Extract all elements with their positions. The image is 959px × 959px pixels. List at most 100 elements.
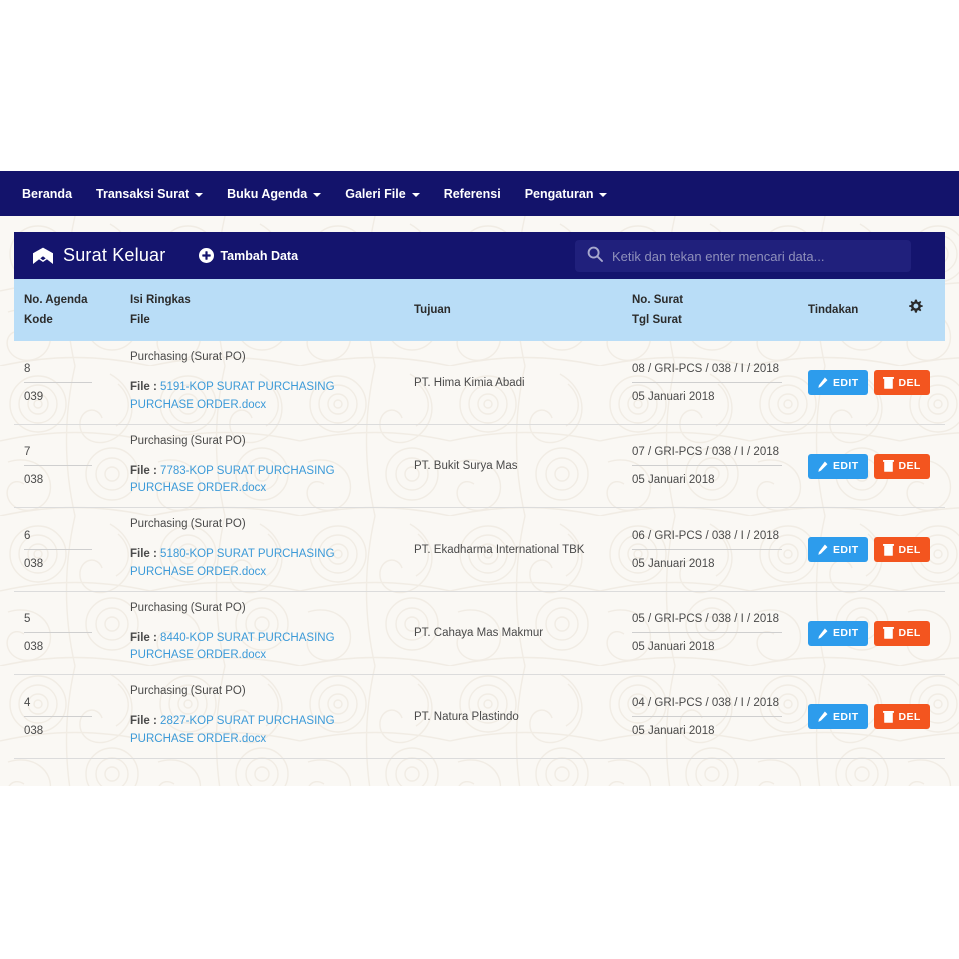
cell-isi-ringkas: Purchasing (Surat PO) File : 2827-KOP SUR… — [120, 674, 404, 759]
gear-icon[interactable] — [908, 299, 923, 317]
page-title: Surat Keluar — [63, 245, 166, 265]
row-tgl-surat: 05 Januari 2018 — [632, 557, 715, 570]
nav-item-label: Referensi — [443, 186, 501, 201]
edit-button-label: EDIT — [833, 627, 859, 639]
surat-keluar-table: No. Agenda Kode Isi Ringkas File Tujuan … — [14, 279, 945, 759]
delete-button-label: DEL — [898, 627, 921, 639]
column-header-no-surat[interactable]: No. Surat Tgl Surat — [622, 279, 798, 342]
header-surat-line2: Tgl Surat — [632, 314, 682, 327]
row-isi-ringkas: Purchasing (Surat PO) — [130, 518, 246, 531]
row-tujuan: PT. Bukit Surya Mas — [414, 460, 518, 472]
file-label: File : — [130, 631, 157, 644]
row-kode: 038 — [24, 641, 44, 653]
row-no-surat: 07 / GRI-PCS / 038 / I / 2018 — [632, 446, 782, 466]
file-label: File : — [130, 548, 157, 561]
nav-pengaturan[interactable]: Pengaturan — [513, 181, 620, 207]
column-header-agenda[interactable]: No. Agenda Kode — [14, 279, 120, 342]
column-header-isi-ringkas[interactable]: Isi Ringkas File — [120, 279, 404, 342]
file-link[interactable]: 2827-KOP SURAT PURCHASING PURCHASE ORDER… — [130, 715, 335, 744]
cell-no-surat: 05 / GRI-PCS / 038 / I / 2018 05 Januari … — [622, 591, 798, 676]
chevron-down-icon — [195, 192, 204, 197]
cell-tujuan: PT. Natura Plastindo — [404, 674, 622, 759]
delete-button-label: DEL — [898, 460, 921, 472]
nav-item-label: Beranda — [22, 186, 73, 201]
header-agenda-line1: No. Agenda — [24, 294, 88, 306]
row-tgl-surat: 05 Januari 2018 — [632, 474, 715, 486]
column-header-tindakan: Tindakan — [798, 279, 898, 342]
cell-agenda: 6 038 — [14, 507, 120, 592]
row-kode: 038 — [24, 557, 44, 570]
cell-no-surat: 07 / GRI-PCS / 038 / I / 2018 05 Januari … — [622, 424, 798, 509]
table-row: 6 038 Purchasing (Surat PO) File : 5180-KOP… — [14, 507, 945, 592]
main-navbar: Beranda Transaksi Surat Buku Agenda Galeri … — [0, 171, 959, 216]
surat-keluar-panel: Surat Keluar Tambah Data Ketik dan tekan… — [14, 232, 945, 759]
file-link[interactable]: 5180-KOP SURAT PURCHASING PURCHASE ORDER… — [130, 548, 335, 577]
search-container[interactable] — [575, 240, 911, 272]
pencil-icon — [817, 461, 828, 472]
envelope-icon — [32, 247, 54, 265]
delete-button[interactable]: DEL — [873, 704, 930, 729]
table-header-row: No. Agenda Kode Isi Ringkas File Tujuan … — [14, 279, 945, 342]
plus-circle-icon — [199, 248, 215, 263]
row-file: File : 2827-KOP SURAT PURCHASING PURCHAS… — [130, 713, 394, 748]
file-link[interactable]: 8440-KOP SURAT PURCHASING PURCHASE ORDER… — [130, 632, 335, 661]
delete-button-label: DEL — [898, 710, 921, 723]
nav-beranda[interactable]: Beranda — [10, 181, 84, 207]
header-surat-line1: No. Surat — [632, 294, 684, 306]
row-tgl-surat: 05 Januari 2018 — [632, 724, 715, 737]
file-link[interactable]: 5191-KOP SURAT PURCHASING PURCHASE ORDER… — [130, 381, 335, 410]
cell-tindakan: EDIT DEL — [798, 507, 945, 592]
nav-galeri-file[interactable]: Galeri File — [333, 181, 431, 207]
row-file: File : 5180-KOP SURAT PURCHASING PURCHAS… — [130, 546, 394, 581]
delete-button[interactable]: DEL — [873, 537, 930, 562]
nav-buku-agenda[interactable]: Buku Agenda — [215, 181, 333, 207]
search-input[interactable] — [612, 248, 899, 264]
delete-button[interactable]: DEL — [873, 453, 930, 479]
cell-isi-ringkas: Purchasing (Surat PO) File : 5180-KOP SUR… — [120, 507, 404, 592]
row-no-surat: 05 / GRI-PCS / 038 / I / 2018 — [632, 613, 782, 633]
cell-agenda: 8 039 — [14, 341, 120, 425]
file-label: File : — [130, 464, 157, 477]
row-kode: 038 — [24, 724, 44, 737]
cell-isi-ringkas: Purchasing (Surat PO) File : 8440-KOP SUR… — [120, 591, 404, 676]
row-isi-ringkas: Purchasing (Surat PO) — [130, 685, 246, 698]
pencil-icon — [817, 377, 828, 388]
file-link[interactable]: 7783-KOP SURAT PURCHASING PURCHASE ORDER… — [130, 465, 335, 494]
edit-button-label: EDIT — [833, 460, 859, 472]
panel-header: Surat Keluar Tambah Data — [14, 232, 945, 279]
edit-button[interactable]: EDIT — [808, 537, 868, 562]
nav-item-label: Galeri File — [345, 186, 406, 201]
edit-button-label: EDIT — [833, 543, 859, 556]
column-header-tujuan[interactable]: Tujuan — [404, 279, 622, 342]
cell-agenda: 5 038 — [14, 591, 120, 676]
chevron-down-icon — [411, 192, 420, 197]
add-data-button[interactable]: Tambah Data — [199, 248, 298, 263]
delete-button[interactable]: DEL — [873, 370, 930, 395]
cell-no-surat: 06 / GRI-PCS / 038 / I / 2018 05 Januari … — [622, 507, 798, 592]
edit-button[interactable]: EDIT — [808, 620, 868, 646]
cell-tujuan: PT. Ekadharma International TBK — [404, 507, 622, 592]
edit-button[interactable]: EDIT — [808, 370, 868, 395]
cell-tindakan: EDIT DEL — [798, 674, 945, 759]
row-no-agenda: 7 — [24, 446, 92, 466]
header-agenda-line2: Kode — [24, 314, 53, 327]
row-no-agenda: 5 — [24, 613, 92, 633]
column-header-settings[interactable] — [898, 279, 945, 342]
nav-transaksi-surat[interactable]: Transaksi Surat — [84, 181, 215, 207]
row-file: File : 5191-KOP SURAT PURCHASING PURCHAS… — [130, 379, 394, 414]
chevron-down-icon — [599, 192, 608, 197]
cell-tujuan: PT. Hima Kimia Abadi — [404, 341, 622, 425]
trash-icon — [882, 376, 894, 389]
edit-button[interactable]: EDIT — [808, 453, 868, 479]
page-root: Beranda Transaksi Surat Buku Agenda Galeri … — [0, 0, 959, 959]
delete-button[interactable]: DEL — [873, 620, 930, 646]
pencil-icon — [817, 711, 828, 722]
cell-tindakan: EDIT DEL — [798, 424, 945, 509]
nav-item-label: Buku Agenda — [227, 186, 308, 201]
edit-button-label: EDIT — [833, 710, 859, 723]
edit-button[interactable]: EDIT — [808, 704, 868, 729]
trash-icon — [882, 627, 894, 639]
nav-referensi[interactable]: Referensi — [432, 181, 513, 207]
row-isi-ringkas: Purchasing (Surat PO) — [130, 601, 246, 614]
file-label: File : — [130, 715, 157, 728]
